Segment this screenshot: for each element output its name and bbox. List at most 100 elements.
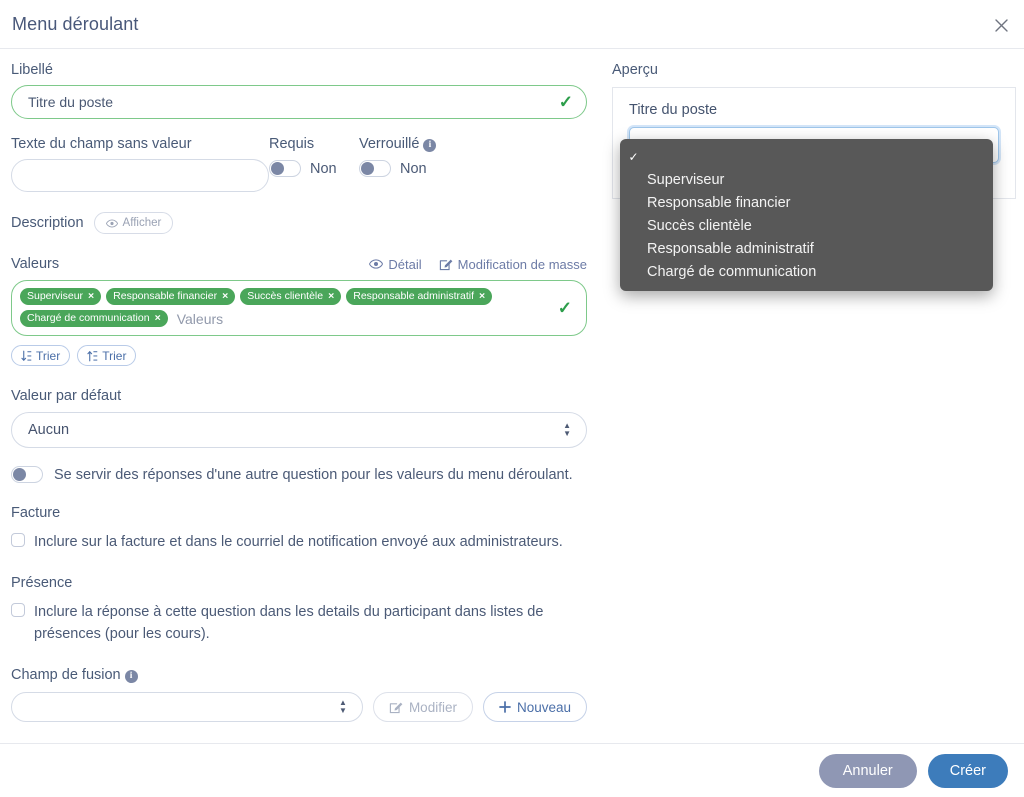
placeholder-input[interactable]: [11, 159, 269, 192]
dropdown-option[interactable]: Responsable financier: [620, 191, 993, 214]
required-group: Requis Non: [269, 136, 359, 177]
value-tag-label: Chargé de communication: [27, 312, 150, 324]
sort-ascending-button[interactable]: Trier: [11, 345, 71, 366]
edit-merge-field-label: Modifier: [408, 699, 457, 715]
modal-footer: Annuler Créer: [0, 743, 1024, 797]
merge-field-select-wrap: ▲ ▼: [11, 692, 363, 723]
reuse-answers-label: Se servir des réponses d'une autre quest…: [54, 466, 573, 483]
toggle-knob: [361, 162, 374, 176]
label-field-wrap: ✓: [11, 85, 587, 119]
edit-merge-field-button[interactable]: Modifier: [372, 692, 473, 723]
eye-icon: [369, 259, 384, 269]
values-label: Valeurs: [11, 256, 60, 272]
merge-field-label: Champ de fusion i: [11, 667, 587, 684]
locked-group: Verrouillé i Non: [359, 136, 499, 178]
value-tag[interactable]: Succès clientèle ×: [240, 288, 342, 305]
locked-toggle[interactable]: [359, 160, 391, 178]
info-icon[interactable]: i: [124, 670, 138, 684]
check-icon: ✓: [628, 149, 639, 164]
show-description-button[interactable]: Afficher: [93, 212, 174, 234]
required-state: Non: [310, 160, 337, 177]
preview-dropdown-popup[interactable]: ✓ Superviseur Responsable financier Succ…: [620, 139, 993, 291]
close-icon[interactable]: [987, 11, 1015, 39]
attendance-checkbox[interactable]: [11, 603, 25, 617]
value-tag[interactable]: Chargé de communication ×: [20, 310, 168, 327]
value-tag[interactable]: Responsable administratif ×: [346, 288, 493, 305]
edit-square-icon: [389, 700, 403, 714]
default-value-select[interactable]: Aucun: [11, 412, 587, 448]
attendance-section-title: Présence: [11, 575, 73, 591]
detail-label: Détail: [388, 256, 422, 272]
invoice-checkbox-row[interactable]: Inclure sur la facture et dans le courri…: [11, 531, 587, 553]
locked-state: Non: [400, 160, 427, 177]
default-value-label: Valeur par défaut: [11, 388, 122, 404]
locked-label-text: Verrouillé: [359, 136, 420, 152]
new-merge-field-button[interactable]: Nouveau: [482, 692, 587, 723]
remove-tag-icon[interactable]: ×: [479, 289, 485, 303]
placeholder-required-locked-row: Texte du champ sans valeur Requis Non Ve…: [11, 136, 587, 192]
dropdown-option[interactable]: Superviseur: [620, 168, 993, 191]
locked-toggle-row: Non: [359, 160, 499, 178]
dropdown-field-modal: Menu déroulant Libellé ✓ Texte du champ …: [0, 0, 1024, 797]
reuse-answers-toggle[interactable]: [11, 466, 43, 483]
bulk-edit-label: Modification de masse: [457, 256, 587, 272]
value-tag-label: Superviseur: [27, 290, 84, 302]
dropdown-option[interactable]: Chargé de communication: [620, 260, 993, 283]
remove-tag-icon[interactable]: ×: [88, 289, 94, 303]
reuse-answers-row: Se servir des réponses d'une autre quest…: [11, 466, 587, 483]
eye-icon: [105, 219, 118, 228]
plus-icon: [499, 701, 511, 714]
dropdown-option-empty[interactable]: ✓: [620, 145, 993, 168]
form-column: Libellé ✓ Texte du champ sans valeur Req…: [11, 62, 587, 723]
bulk-edit-link[interactable]: Modification de masse: [439, 257, 587, 272]
remove-tag-icon[interactable]: ×: [328, 289, 334, 303]
required-toggle[interactable]: [269, 160, 301, 177]
page-title: Menu déroulant: [12, 13, 139, 34]
remove-tag-icon[interactable]: ×: [155, 311, 161, 325]
create-button[interactable]: Créer: [927, 753, 1008, 788]
dropdown-option-label: Superviseur: [647, 171, 725, 188]
value-tag[interactable]: Superviseur ×: [20, 288, 102, 305]
locked-label: Verrouillé i: [359, 136, 499, 153]
dropdown-option[interactable]: Responsable administratif: [620, 237, 993, 260]
check-icon: ✓: [557, 298, 572, 318]
required-label: Requis: [269, 136, 315, 152]
dropdown-option-label: Succès clientèle: [647, 217, 752, 234]
remove-tag-icon[interactable]: ×: [222, 289, 228, 303]
placeholder-field-group: Texte du champ sans valeur: [11, 136, 269, 192]
value-tag[interactable]: Responsable financier ×: [106, 288, 236, 305]
placeholder-field-label: Texte du champ sans valeur: [11, 136, 192, 152]
attendance-checkbox-row[interactable]: Inclure la réponse à cette question dans…: [11, 601, 587, 645]
attendance-checkbox-label: Inclure la réponse à cette question dans…: [34, 604, 544, 642]
description-row: Description Afficher: [11, 212, 587, 234]
show-description-label: Afficher: [122, 217, 162, 229]
toggle-knob: [271, 162, 284, 175]
info-icon[interactable]: i: [423, 139, 437, 153]
preview-field-label: Titre du poste: [629, 102, 718, 118]
preview-label: Aperçu: [612, 62, 658, 78]
description-label: Description: [11, 215, 84, 231]
label-field-label: Libellé: [11, 62, 53, 78]
dropdown-option[interactable]: Succès clientèle: [620, 214, 993, 237]
merge-field-label-text: Champ de fusion: [11, 667, 121, 683]
values-tags-input[interactable]: Superviseur × Responsable financier × Su…: [11, 280, 587, 336]
sort-descending-button[interactable]: Trier: [77, 345, 137, 366]
edit-square-icon: [439, 257, 453, 271]
toggle-knob: [13, 468, 26, 481]
values-actions: Détail Modification de masse: [369, 257, 587, 272]
values-header: Valeurs Détail Modification de masse: [11, 256, 587, 272]
detail-link[interactable]: Détail: [369, 256, 422, 272]
invoice-checkbox[interactable]: [11, 533, 25, 547]
sort-down-az-icon: [21, 350, 32, 362]
value-tag-label: Responsable administratif: [353, 290, 475, 302]
dropdown-option-label: Responsable administratif: [647, 240, 814, 257]
merge-field-select[interactable]: [11, 692, 363, 723]
label-input[interactable]: [11, 85, 587, 119]
sort-up-za-icon: [87, 350, 98, 362]
value-tag-label: Responsable financier: [113, 290, 218, 302]
invoice-checkbox-label: Inclure sur la facture et dans le courri…: [34, 534, 563, 550]
invoice-section-title: Facture: [11, 505, 61, 521]
new-merge-field-label: Nouveau: [516, 699, 571, 715]
value-tag-label: Succès clientèle: [247, 290, 324, 302]
cancel-button[interactable]: Annuler: [818, 753, 917, 788]
